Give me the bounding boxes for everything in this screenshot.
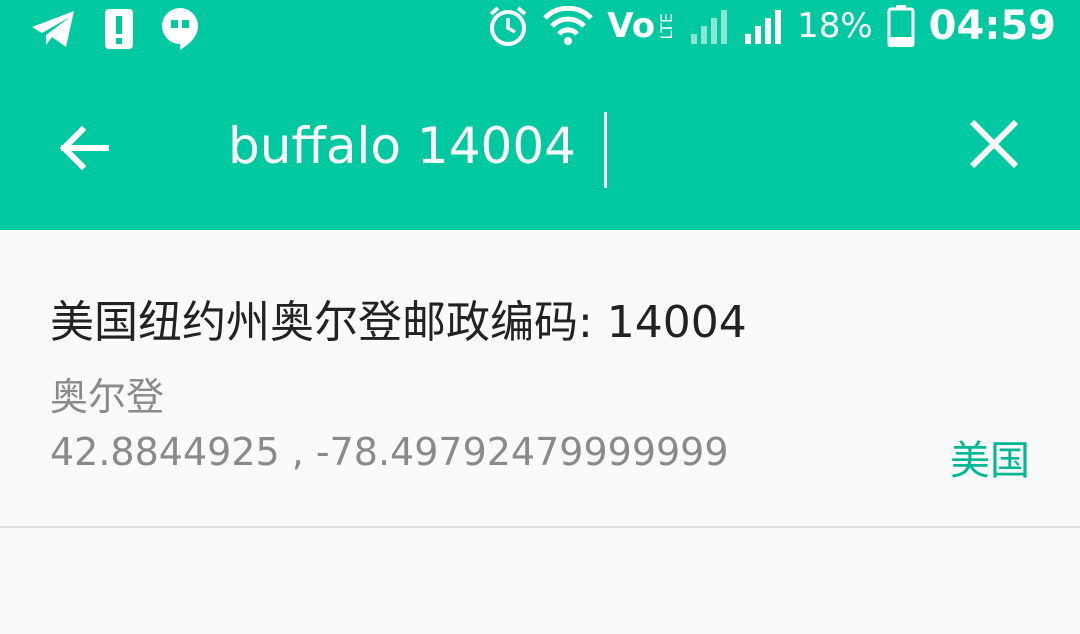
telegram-icon xyxy=(30,9,78,49)
signal-icon xyxy=(743,6,783,46)
alert-icon xyxy=(104,8,134,50)
list-item[interactable]: 美国纽约州奥尔登邮政编码: 14004 奥尔登 42.8844925 , -78… xyxy=(0,230,1080,528)
hangouts-icon xyxy=(160,6,200,52)
volte-label: Vo xyxy=(607,6,656,46)
result-coordinates: 42.8844925 , -78.49792479999999 xyxy=(50,430,729,474)
result-country: 美国 xyxy=(950,438,1030,484)
clock: 04:59 xyxy=(928,3,1056,49)
result-city: 奥尔登 xyxy=(50,375,165,419)
text-cursor xyxy=(604,112,607,188)
battery-percent: 18% xyxy=(797,6,873,46)
back-button[interactable] xyxy=(52,116,116,180)
battery-icon xyxy=(887,5,915,47)
search-toolbar xyxy=(0,96,1080,200)
app-header: Vo LTE 18% 04:59 xyxy=(0,0,1080,230)
status-bar: Vo LTE 18% 04:59 xyxy=(0,0,1080,60)
search-input[interactable] xyxy=(228,117,920,175)
system-status: Vo LTE 18% 04:59 xyxy=(487,4,1056,48)
alarm-icon xyxy=(487,5,529,47)
result-title: 美国纽约州奥尔登邮政编码: 14004 xyxy=(50,297,747,348)
arrow-left-icon xyxy=(52,116,116,180)
search-field xyxy=(228,106,920,188)
lte-label: LTE xyxy=(657,12,677,40)
notification-icons xyxy=(30,6,200,52)
clear-search-button[interactable] xyxy=(964,114,1024,174)
signal-icon xyxy=(689,6,729,46)
wifi-icon xyxy=(543,6,594,46)
close-icon xyxy=(964,114,1024,174)
